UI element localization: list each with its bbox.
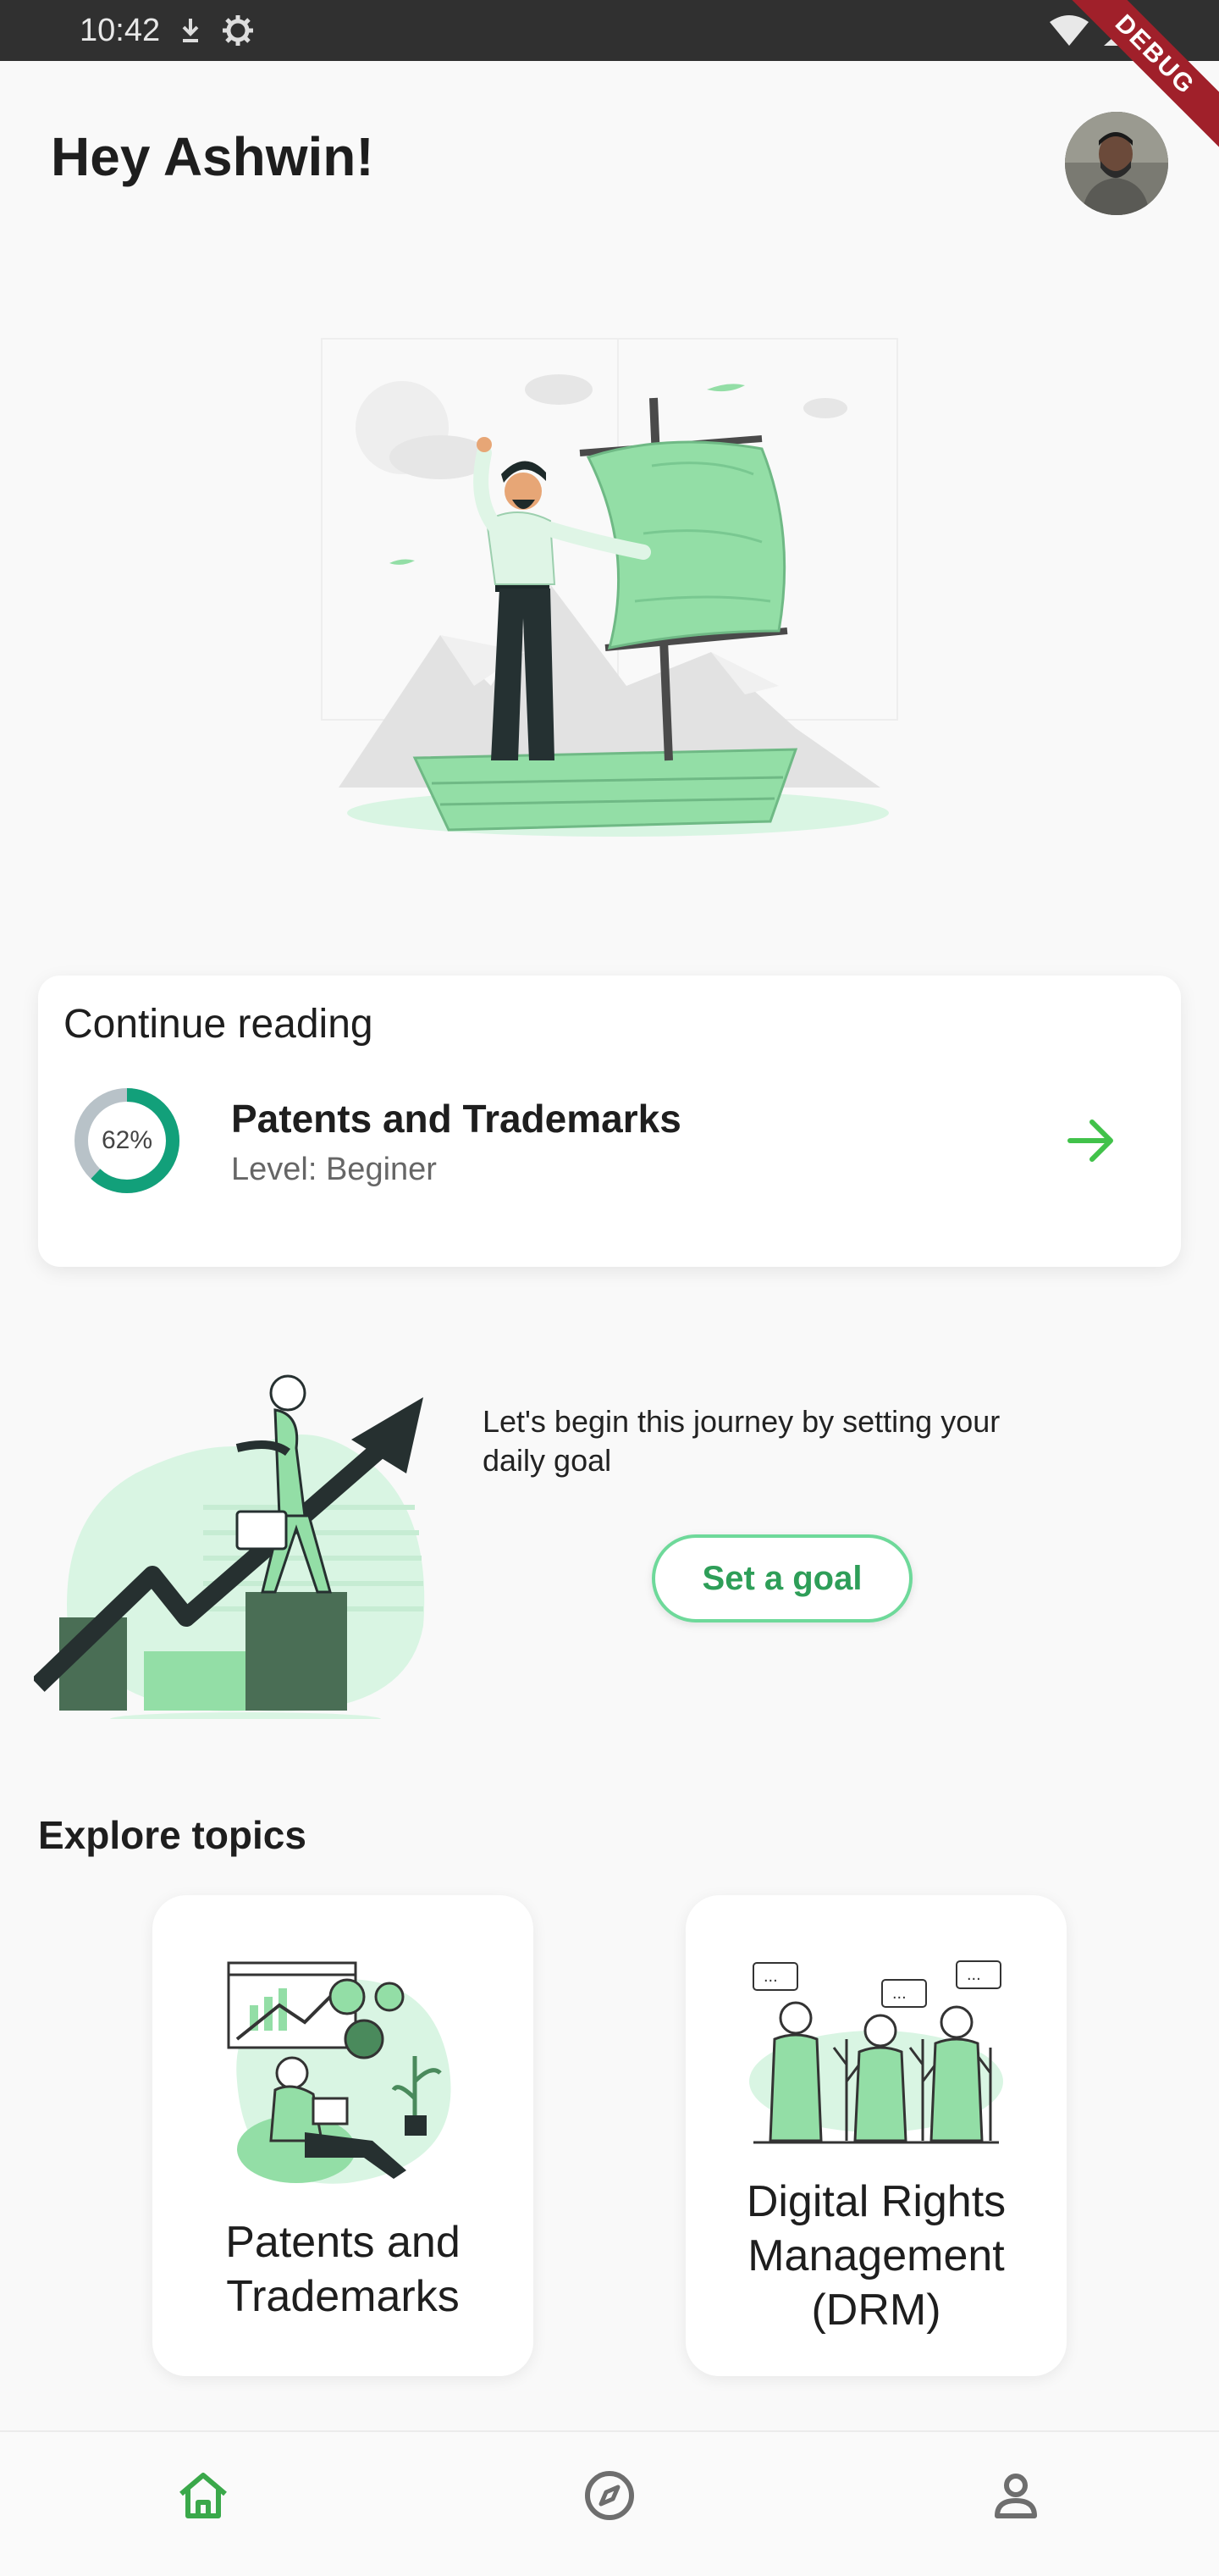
svg-text:...: ...	[967, 1965, 981, 1984]
goal-prompt-text: Let's begin this journey by setting your…	[483, 1404, 1001, 1478]
wifi-icon	[1050, 15, 1089, 46]
course-level: Level: Beginer	[231, 1152, 437, 1187]
topic-label-line: (DRM)	[811, 2286, 941, 2335]
investment-illustration	[227, 1961, 451, 2184]
download-icon	[182, 19, 199, 42]
status-bar: 10:42	[0, 0, 1219, 61]
greeting-title: Hey Ashwin!	[51, 126, 374, 187]
nav-profile[interactable]	[978, 2457, 1054, 2534]
avatar[interactable]	[1065, 112, 1168, 215]
sailing-hero-illustration	[321, 338, 898, 837]
continue-button[interactable]	[1054, 1103, 1130, 1179]
set-goal-button[interactable]: Set a goal	[652, 1534, 913, 1622]
home-icon	[179, 2473, 227, 2518]
continue-reading-card[interactable]: Continue reading 62% Patents and Tradema…	[38, 976, 1181, 1267]
bottom-navigation	[0, 2430, 1219, 2576]
settings-gear-icon	[223, 15, 254, 46]
topic-card-patents[interactable]: Patents and Trademarks	[152, 1895, 533, 2376]
growth-chart-illustration	[34, 1374, 425, 1719]
topic-label-line: Management	[747, 2231, 1005, 2280]
avatar-image	[1065, 112, 1168, 215]
topic-card-drm[interactable]: ... ... ... Digital Rights Management (D…	[686, 1895, 1067, 2376]
nav-explore[interactable]	[571, 2457, 648, 2534]
topic-label-line: Digital Rights	[746, 2177, 1007, 2226]
status-time: 10:42	[80, 12, 161, 48]
team-discussion-illustration: ... ... ...	[749, 1960, 1003, 2144]
progress-percent: 62%	[101, 1126, 153, 1154]
compass-icon	[585, 2471, 634, 2520]
course-title: Patents and Trademarks	[231, 1097, 681, 1141]
continue-reading-title: Continue reading	[63, 1002, 373, 1047]
arrow-right-icon	[1067, 1119, 1113, 1162]
svg-text:...: ...	[892, 1984, 907, 2003]
svg-text:...: ...	[764, 1967, 778, 1986]
explore-topics-title: Explore topics	[38, 1813, 306, 1857]
person-icon	[995, 2474, 1037, 2518]
topic-label-line: Patents and	[225, 2218, 461, 2267]
topic-label-line: Trademarks	[226, 2272, 460, 2321]
nav-home[interactable]	[165, 2457, 241, 2534]
